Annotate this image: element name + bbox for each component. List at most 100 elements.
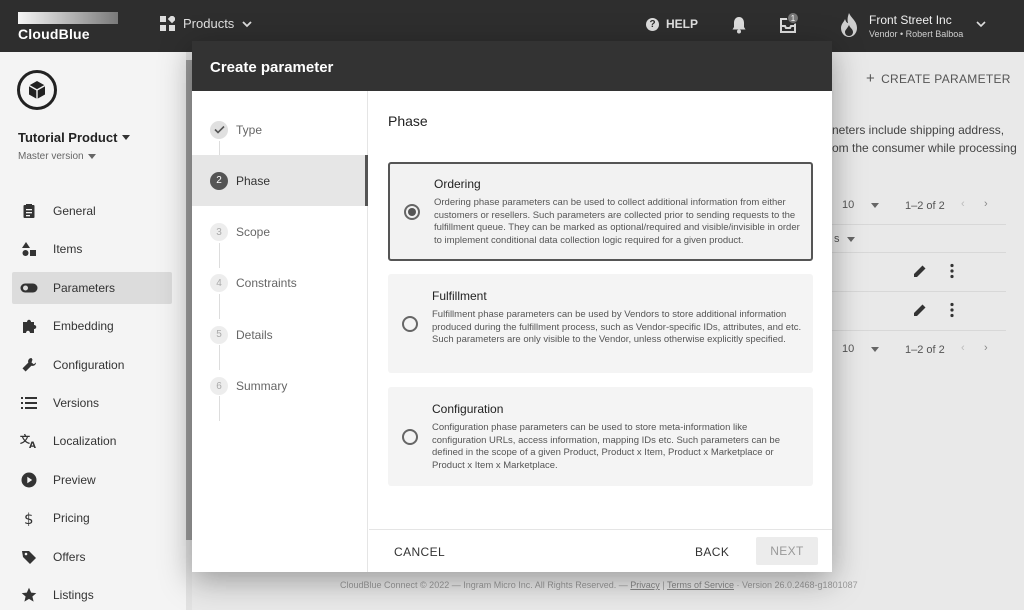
- account-chevron-down-icon[interactable]: [976, 19, 986, 29]
- column-header-fragment[interactable]: s: [834, 233, 855, 245]
- back-button[interactable]: BACK: [695, 545, 729, 559]
- account-role: Vendor • Robert Balboa: [869, 29, 964, 39]
- sidebar-item-localization[interactable]: 文 A Localization: [12, 425, 172, 457]
- next-page-icon[interactable]: ›: [984, 342, 988, 354]
- next-page-icon[interactable]: ›: [984, 198, 988, 210]
- sidebar-item-parameters[interactable]: Parameters: [12, 271, 172, 304]
- step-type[interactable]: Type: [192, 104, 368, 155]
- radio-dot: [408, 208, 416, 216]
- puzzle-icon: [20, 317, 38, 335]
- pagination-range-bottom: 1–2 of 2: [905, 344, 945, 356]
- shapes-icon: [20, 240, 38, 258]
- products-menu[interactable]: Products: [160, 16, 252, 31]
- more-vert-icon[interactable]: [945, 263, 959, 279]
- step-details[interactable]: 5 Details: [192, 309, 368, 360]
- cancel-button[interactable]: CANCEL: [394, 545, 445, 559]
- rows-per-page-value: 10: [842, 199, 855, 211]
- help-button[interactable]: ? HELP: [646, 17, 698, 31]
- sidebar-item-label: Localization: [53, 434, 117, 449]
- version-label: Master version: [18, 151, 84, 162]
- caret-down-icon: [87, 154, 96, 159]
- sidebar-item-embedding[interactable]: Embedding: [12, 310, 172, 342]
- step-label: Type: [236, 122, 263, 137]
- step-label: Summary: [236, 379, 288, 393]
- option-title: Fulfillment: [432, 289, 487, 303]
- bg-description-line-1: neters include shipping address,: [832, 123, 1005, 137]
- table-divider: [832, 291, 1006, 292]
- caret-down-icon: [846, 236, 855, 242]
- help-label: HELP: [666, 17, 699, 31]
- clipboard-icon: [20, 202, 38, 220]
- version-dropdown[interactable]: Master version: [18, 151, 96, 162]
- create-parameter-label: CREATE PARAMETER: [881, 72, 1011, 86]
- grid-icon: [160, 16, 175, 31]
- sidebar-item-offers[interactable]: Offers: [12, 541, 172, 573]
- step-label: Constraints: [236, 276, 297, 291]
- option-title: Ordering: [434, 177, 481, 191]
- privacy-link[interactable]: Privacy: [630, 580, 660, 590]
- sidebar-item-label: Preview: [53, 472, 96, 487]
- edit-pencil-icon[interactable]: [912, 263, 928, 279]
- table-divider: [832, 330, 1006, 331]
- table-divider: [832, 224, 1006, 225]
- dollar-icon: $: [20, 509, 38, 527]
- logo-text: CloudBlue: [18, 26, 90, 42]
- dialog-footer: CANCEL BACK NEXT: [369, 529, 832, 572]
- step-number: 6: [210, 377, 228, 395]
- inbox-count-badge: 1: [787, 12, 799, 24]
- radio-configuration[interactable]: [402, 429, 418, 445]
- more-vert-icon[interactable]: [945, 302, 959, 318]
- column-header-text: s: [834, 233, 840, 245]
- product-name-dropdown[interactable]: Tutorial Product: [18, 130, 131, 145]
- cloudblue-logo[interactable]: CloudBlue: [18, 12, 118, 42]
- account-name: Front Street Inc: [869, 13, 952, 27]
- product-name: Tutorial Product: [18, 130, 118, 145]
- option-description: Configuration phase parameters can be us…: [432, 422, 780, 472]
- step-summary[interactable]: 6 Summary: [192, 361, 368, 412]
- caret-down-icon: [871, 202, 880, 208]
- prev-page-icon[interactable]: ‹: [961, 342, 965, 354]
- rows-per-page-select-top[interactable]: 10: [842, 199, 880, 211]
- sidebar-item-label: Embedding: [53, 319, 114, 334]
- radio-fulfillment[interactable]: [402, 316, 418, 332]
- dialog-title: Create parameter: [192, 41, 832, 91]
- sidebar-item-versions[interactable]: Versions: [12, 387, 172, 419]
- sidebar-item-configuration[interactable]: Configuration: [12, 349, 172, 381]
- play-icon: [20, 471, 38, 489]
- table-divider: [832, 252, 1006, 253]
- option-fulfillment[interactable]: Fulfillment Fulfillment phase parameters…: [388, 274, 813, 373]
- radio-ordering[interactable]: [404, 204, 420, 220]
- step-constraints[interactable]: 4 Constraints: [192, 258, 368, 309]
- account-switcher[interactable]: Front Street Inc Vendor • Robert Balboa: [869, 13, 963, 39]
- step-number: 4: [210, 274, 228, 293]
- bg-description-line-2: om the consumer while processing: [832, 141, 1017, 155]
- next-button[interactable]: NEXT: [756, 537, 818, 565]
- edit-pencil-icon[interactable]: [912, 302, 928, 318]
- sidebar-item-pricing[interactable]: $ Pricing: [12, 502, 172, 534]
- sidebar-item-label: Parameters: [53, 280, 116, 295]
- sidebar-item-label: Listings: [53, 588, 94, 602]
- bell-icon[interactable]: [731, 16, 747, 34]
- sidebar-item-general[interactable]: General: [12, 195, 172, 227]
- step-label: Scope: [236, 225, 271, 240]
- sidebar-item-preview[interactable]: Preview: [12, 464, 172, 496]
- step-label: Details: [236, 327, 273, 342]
- sidebar-item-label: Versions: [53, 396, 100, 410]
- plus-icon: +: [866, 70, 876, 87]
- step-number: 2: [210, 171, 228, 190]
- create-parameter-button[interactable]: + CREATE PARAMETER: [866, 70, 1011, 87]
- rows-per-page-select-bottom[interactable]: 10: [842, 343, 880, 355]
- sidebar-item-label: Offers: [53, 549, 86, 564]
- option-configuration[interactable]: Configuration Configuration phase parame…: [388, 387, 813, 486]
- step-phase[interactable]: 2 Phase: [192, 155, 368, 207]
- step-label: Phase: [236, 173, 271, 188]
- sidebar-item-label: Items: [53, 242, 83, 257]
- sidebar-item-label: General: [53, 204, 96, 218]
- option-ordering[interactable]: Ordering Ordering phase parameters can b…: [388, 162, 813, 261]
- sidebar-item-listings[interactable]: Listings: [12, 579, 172, 610]
- prev-page-icon[interactable]: ‹: [961, 198, 965, 210]
- sidebar-item-items[interactable]: Items: [12, 233, 172, 265]
- step-scope[interactable]: 3 Scope: [192, 207, 368, 258]
- check-icon: [210, 120, 228, 139]
- terms-link[interactable]: Terms of Service: [667, 580, 734, 590]
